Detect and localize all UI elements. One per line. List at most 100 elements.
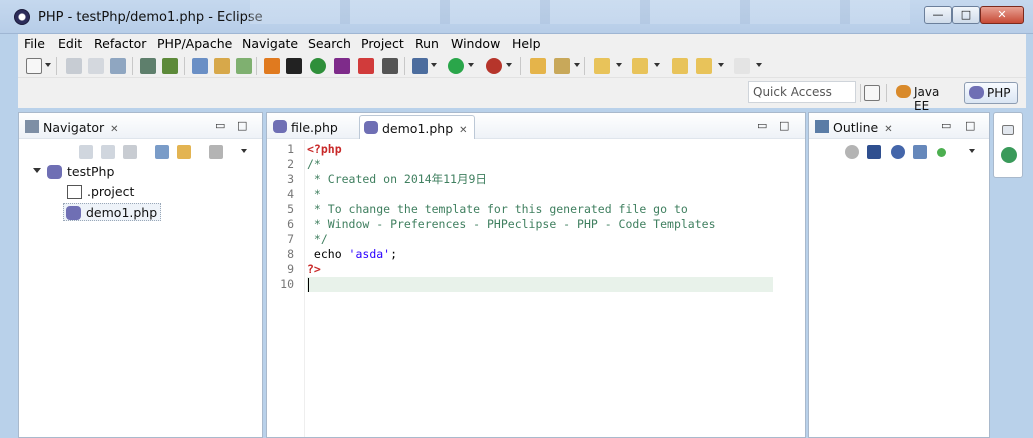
file-label: .project <box>87 184 135 199</box>
hide-fields-icon[interactable] <box>891 145 905 159</box>
maximize-view-button[interactable]: □ <box>237 119 247 132</box>
line-number: 10 <box>280 277 294 291</box>
hide-static-icon[interactable] <box>913 145 927 159</box>
chevron-down-icon[interactable] <box>756 63 762 67</box>
print-icon[interactable] <box>110 58 126 74</box>
close-icon[interactable]: ✕ <box>884 124 892 135</box>
chevron-down-icon[interactable] <box>616 63 622 67</box>
menu-edit[interactable]: Edit <box>58 36 82 51</box>
hide-nonpublic-icon[interactable] <box>937 148 946 157</box>
expand-twisty-icon[interactable] <box>33 168 41 173</box>
php-perspective-button[interactable]: PHP <box>964 82 1018 104</box>
menu-navigate[interactable]: Navigate <box>242 36 298 51</box>
line-number: 9 <box>287 262 294 276</box>
project-label: testPhp <box>67 164 115 179</box>
save-icon[interactable] <box>66 58 82 74</box>
chevron-down-icon[interactable] <box>506 63 512 67</box>
menu-run[interactable]: Run <box>415 36 439 51</box>
java-ee-label: Java EE <box>914 85 940 113</box>
chevron-down-icon[interactable] <box>654 63 660 67</box>
code-editor[interactable]: <?php /* * Created on 2014年11月9日 * * To … <box>307 140 805 437</box>
code-line: echo 'asda'; <box>307 247 397 262</box>
minimize-view-button[interactable]: ▭ <box>757 119 767 132</box>
chevron-down-icon[interactable] <box>718 63 724 67</box>
open-perspective-icon[interactable] <box>864 85 880 101</box>
menu-file[interactable]: File <box>24 36 45 51</box>
outline-tab-label: Outline <box>833 120 879 135</box>
server-icon[interactable] <box>162 58 178 74</box>
external-tools-icon[interactable] <box>412 58 428 74</box>
close-icon[interactable]: ✕ <box>110 124 118 135</box>
tab-outline[interactable]: Outline ✕ <box>811 115 897 139</box>
chevron-down-icon[interactable] <box>431 63 437 67</box>
close-icon[interactable]: ✕ <box>459 125 467 136</box>
sql-icon[interactable] <box>310 58 326 74</box>
filter-icon[interactable] <box>845 145 859 159</box>
menu-search[interactable]: Search <box>308 36 351 51</box>
menu-project[interactable]: Project <box>361 36 404 51</box>
xml-file-icon <box>67 185 82 199</box>
last-edit-icon[interactable] <box>672 58 688 74</box>
menu-refactor[interactable]: Refactor <box>94 36 146 51</box>
minimize-view-button[interactable]: ▭ <box>941 119 951 132</box>
java-ee-perspective-button[interactable]: Java EE <box>892 82 962 113</box>
tab-file-php[interactable]: file.php <box>269 115 342 139</box>
tab-demo1-php[interactable]: demo1.php ✕ <box>359 115 475 139</box>
tree-file-project[interactable]: .project <box>65 183 134 201</box>
chevron-down-icon[interactable] <box>45 63 51 67</box>
html-icon[interactable] <box>264 58 280 74</box>
chevron-down-icon[interactable] <box>468 63 474 67</box>
run-icon[interactable] <box>448 58 464 74</box>
maximize-view-button[interactable]: □ <box>779 119 789 132</box>
new-file-icon[interactable] <box>236 58 252 74</box>
minimize-button[interactable]: — <box>924 6 952 24</box>
tab-label: demo1.php <box>382 121 454 136</box>
taskbar-background <box>250 0 910 24</box>
new-project-icon[interactable] <box>192 58 208 74</box>
up-icon[interactable] <box>123 145 137 159</box>
forward-icon[interactable] <box>734 58 750 74</box>
pencil-icon[interactable] <box>554 58 570 74</box>
deploy-icon[interactable] <box>140 58 156 74</box>
debug-php-icon[interactable] <box>358 58 374 74</box>
minimize-view-button[interactable]: ▭ <box>215 119 225 132</box>
view-menu-icon[interactable] <box>969 149 975 153</box>
chevron-down-icon[interactable] <box>574 63 580 67</box>
tools-icon[interactable] <box>286 58 302 74</box>
new-icon[interactable] <box>26 58 42 74</box>
link-editor-icon[interactable] <box>177 145 191 159</box>
profile-php-icon[interactable] <box>382 58 398 74</box>
tree-file-demo1[interactable]: demo1.php <box>63 203 162 221</box>
restore-icon[interactable] <box>1002 125 1014 135</box>
maximize-button[interactable]: □ <box>952 6 980 24</box>
menu-window[interactable]: Window <box>451 36 500 51</box>
save-all-icon[interactable] <box>88 58 104 74</box>
quick-access-field[interactable]: Quick Access <box>748 81 856 103</box>
run-php-icon[interactable] <box>334 58 350 74</box>
back-icon[interactable] <box>696 58 712 74</box>
previous-annotation-icon[interactable] <box>632 58 648 74</box>
filter-icon[interactable] <box>209 145 223 159</box>
next-annotation-icon[interactable] <box>594 58 610 74</box>
tab-navigator[interactable]: Navigator ✕ <box>21 115 123 139</box>
line-number: 8 <box>287 247 294 261</box>
php-label: PHP <box>987 86 1011 100</box>
perspective-bar: Quick Access Java EE PHP <box>18 78 1026 113</box>
palette-icon[interactable] <box>1001 147 1017 163</box>
sort-icon[interactable] <box>867 145 881 159</box>
new-class-icon[interactable] <box>214 58 230 74</box>
open-folder-icon[interactable] <box>530 58 546 74</box>
view-menu-icon[interactable] <box>241 149 247 153</box>
debug-icon[interactable] <box>486 58 502 74</box>
close-button[interactable]: ✕ <box>980 6 1024 24</box>
menu-php-apache[interactable]: PHP/Apache <box>157 36 232 51</box>
maximize-view-button[interactable]: □ <box>965 119 975 132</box>
tree-project-testphp[interactable]: testPhp <box>45 163 114 181</box>
navigator-tab-label: Navigator <box>43 120 105 135</box>
back-icon[interactable] <box>79 145 93 159</box>
file-label: demo1.php <box>86 205 158 220</box>
collapse-all-icon[interactable] <box>155 145 169 159</box>
code-line: * Window - Preferences - PHPeclipse - PH… <box>307 217 716 231</box>
menu-help[interactable]: Help <box>512 36 541 51</box>
forward-icon[interactable] <box>101 145 115 159</box>
